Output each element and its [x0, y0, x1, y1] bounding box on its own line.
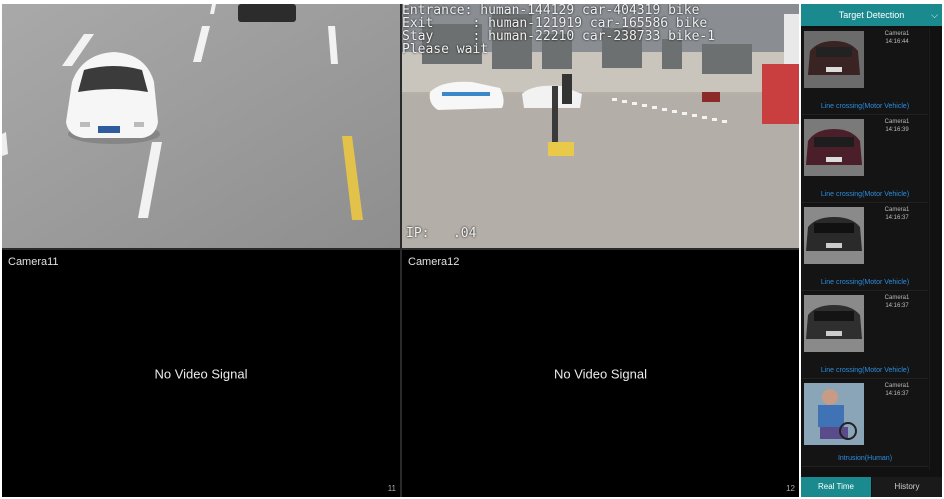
tab-real-time[interactable]: Real Time: [801, 477, 871, 497]
road-video-frame: [2, 4, 400, 248]
vehicle-thumb-icon: [804, 119, 864, 176]
target-detection-panel: Target Detection ⌵ Camera1 14:16:44 Line…: [801, 4, 942, 497]
camera-tile-1[interactable]: [2, 4, 400, 248]
detection-item[interactable]: Camera1 14:16:39 Line crossing(Motor Veh…: [802, 116, 928, 203]
vehicle-thumb-icon: [804, 31, 864, 88]
item-event: Intrusion(Human): [837, 455, 893, 462]
item-time: 14:16:37: [885, 303, 909, 309]
vehicle-thumb-icon: [804, 295, 864, 352]
item-time: 14:16:44: [885, 39, 909, 45]
panel-title: Target Detection: [838, 10, 905, 20]
human-thumb-icon: [804, 383, 864, 445]
osd-please-wait: Please wait: [402, 42, 489, 57]
item-camera: Camera1: [884, 31, 910, 37]
item-time: 14:16:37: [885, 391, 909, 397]
item-camera: Camera1: [884, 383, 910, 389]
detection-list: Camera1 14:16:44 Line crossing(Motor Veh…: [802, 28, 928, 470]
chevron-down-icon[interactable]: ⌵: [931, 4, 938, 26]
tab-history[interactable]: History: [872, 477, 942, 497]
camera-tile-11[interactable]: Camera11 No Video Signal 11: [2, 250, 400, 497]
channel-number: 12: [786, 484, 795, 493]
item-event: Line crossing(Motor Vehicle): [820, 279, 910, 286]
detection-item[interactable]: Camera1 14:16:44 Line crossing(Motor Veh…: [802, 28, 928, 115]
item-camera: Camera1: [884, 295, 910, 301]
item-camera: Camera1: [884, 119, 910, 125]
detection-item[interactable]: Camera1 14:16:37 Line crossing(Motor Veh…: [802, 204, 928, 291]
camera-grid: Entrance: human-144129 car-404319 bike E…: [2, 4, 799, 497]
camera-label: Camera12: [408, 256, 460, 268]
channel-number: 11: [387, 484, 396, 493]
no-video-signal: No Video Signal: [554, 366, 647, 381]
camera-tile-2[interactable]: Entrance: human-144129 car-404319 bike E…: [402, 4, 799, 248]
vehicle-thumb-icon: [804, 207, 864, 264]
camera-label: Camera11: [8, 256, 59, 268]
item-camera: Camera1: [884, 207, 910, 213]
item-event: Line crossing(Motor Vehicle): [820, 367, 910, 374]
item-event: Line crossing(Motor Vehicle): [820, 103, 910, 110]
detection-item[interactable]: Camera1 14:16:37 Intrusion(Human): [802, 380, 928, 467]
panel-header[interactable]: Target Detection ⌵: [801, 4, 942, 26]
item-time: 14:16:37: [885, 215, 909, 221]
item-event: Line crossing(Motor Vehicle): [820, 191, 910, 198]
scrollbar[interactable]: [929, 28, 942, 470]
detection-item[interactable]: Camera1 14:16:37 Line crossing(Motor Veh…: [802, 292, 928, 379]
no-video-signal: No Video Signal: [154, 366, 248, 381]
osd-ip: IP: .04: [406, 226, 477, 241]
camera-tile-12[interactable]: Camera12 No Video Signal 12: [402, 250, 799, 497]
panel-tabs: Real Time History: [801, 477, 942, 497]
item-time: 14:16:39: [885, 127, 909, 133]
